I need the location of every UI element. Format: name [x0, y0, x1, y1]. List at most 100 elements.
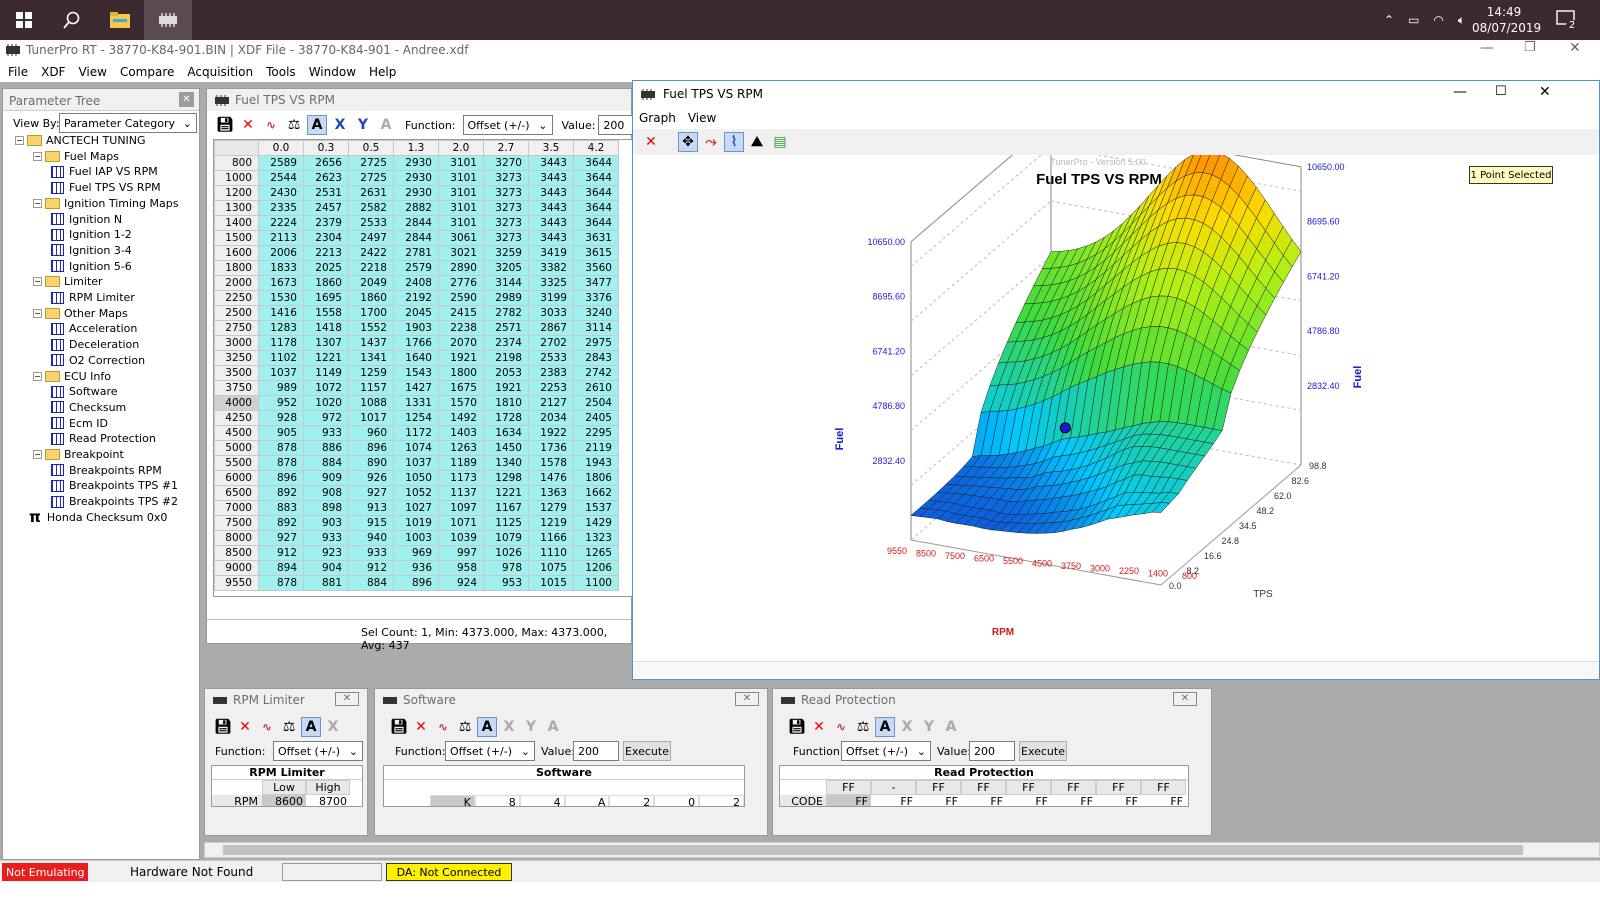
table-cell[interactable]: 1027	[393, 500, 439, 516]
table-cell[interactable]: 3644	[573, 170, 619, 186]
table-cell[interactable]: 2408	[393, 275, 439, 291]
table-cell[interactable]: 1149	[303, 365, 349, 381]
close-red-icon[interactable]: ✕	[235, 717, 255, 737]
table-cell[interactable]: 2422	[348, 245, 394, 261]
table-cell[interactable]: 3419	[528, 245, 574, 261]
software-cell[interactable]: K	[430, 795, 475, 806]
table-cell[interactable]: 1736	[528, 440, 574, 456]
table-cell[interactable]: 933	[348, 545, 394, 561]
table-cell[interactable]: 2975	[573, 335, 619, 351]
execute-button[interactable]: Execute	[623, 741, 671, 761]
table-cell[interactable]: 1254	[393, 410, 439, 426]
table-cell[interactable]: 924	[438, 575, 484, 591]
value-input[interactable]: 200	[969, 741, 1015, 761]
table-cell[interactable]: 1921	[438, 350, 484, 366]
surface-icon[interactable]: ⌇	[724, 132, 744, 152]
table-cell[interactable]: 2430	[258, 185, 304, 201]
surface-chart[interactable]: TunerPro - Version 5.00 Fuel TPS VS RPM …	[633, 155, 1599, 661]
table-cell[interactable]: 1921	[483, 380, 529, 396]
text-icon[interactable]: A	[941, 717, 961, 737]
close-icon[interactable]: ✕	[179, 92, 194, 107]
table-cell[interactable]: 1437	[348, 335, 394, 351]
table-cell[interactable]: 997	[438, 545, 484, 561]
table-cell[interactable]: 1037	[258, 365, 304, 381]
table-cell[interactable]: 3273	[483, 215, 529, 231]
table-cell[interactable]: 3205	[483, 260, 529, 276]
low-cell[interactable]: 8600	[262, 795, 306, 806]
table-cell[interactable]: 1173	[438, 470, 484, 486]
table-cell[interactable]: 2127	[528, 395, 574, 411]
table-cell[interactable]: 2070	[438, 335, 484, 351]
row-header[interactable]: 9000	[214, 560, 259, 576]
menu-file[interactable]: File	[8, 65, 28, 79]
table-cell[interactable]: 2415	[438, 305, 484, 321]
graph-icon[interactable]: ∿	[261, 115, 281, 135]
table-cell[interactable]: 1279	[528, 500, 574, 516]
table-cell[interactable]: 1552	[348, 320, 394, 336]
table-cell[interactable]: 896	[348, 440, 394, 456]
tree-item[interactable]: Ignition 5-6	[51, 259, 132, 274]
table-cell[interactable]: 2882	[393, 200, 439, 216]
y-axis-icon[interactable]: Y	[353, 115, 373, 135]
table-cell[interactable]: 2113	[258, 230, 304, 246]
table-cell[interactable]: 2725	[348, 170, 394, 186]
table-cell[interactable]: 927	[258, 530, 304, 546]
close-icon[interactable]: ✕	[1569, 40, 1581, 56]
table-cell[interactable]: 940	[348, 530, 394, 546]
table-cell[interactable]: 892	[258, 515, 304, 531]
column-header[interactable]: 0.5	[348, 140, 394, 156]
table-cell[interactable]: 912	[258, 545, 304, 561]
chevron-up-icon[interactable]: ⌃	[1384, 13, 1394, 27]
save-icon[interactable]: 💾︎	[213, 717, 233, 737]
table-cell[interactable]: 2844	[393, 230, 439, 246]
table-cell[interactable]: 953	[483, 575, 529, 591]
table-cell[interactable]: 3199	[528, 290, 574, 306]
table-cell[interactable]: 1206	[573, 560, 619, 576]
table-cell[interactable]: 933	[303, 425, 349, 441]
table-cell[interactable]: 2890	[438, 260, 484, 276]
column-header[interactable]: 3.5	[528, 140, 574, 156]
row-header[interactable]: 1600	[214, 245, 259, 261]
table-cell[interactable]: 890	[348, 455, 394, 471]
table-cell[interactable]: 2571	[483, 320, 529, 336]
tree-item[interactable]: RPM Limiter	[51, 290, 135, 305]
column-header[interactable]: 2.7	[483, 140, 529, 156]
table-cell[interactable]: 978	[483, 560, 529, 576]
table-cell[interactable]: 3033	[528, 305, 574, 321]
table-cell[interactable]: 2224	[258, 215, 304, 231]
table-cell[interactable]: 1079	[483, 530, 529, 546]
table-cell[interactable]: 1221	[483, 485, 529, 501]
rp-column-header[interactable]: FF	[1051, 780, 1096, 795]
y-axis-icon[interactable]: Y	[521, 717, 541, 737]
tree-item[interactable]: Fuel IAP VS RPM	[51, 164, 158, 179]
table-cell[interactable]: 1640	[393, 350, 439, 366]
table-cell[interactable]: 1167	[483, 500, 529, 516]
row-header[interactable]: 7000	[214, 500, 259, 516]
table-cell[interactable]: 1675	[438, 380, 484, 396]
execute-button[interactable]: Execute	[1019, 741, 1067, 761]
row-header[interactable]: 4000	[214, 395, 259, 411]
software-cell[interactable]: 2	[699, 795, 744, 806]
table-cell[interactable]: 896	[258, 470, 304, 486]
table-cell[interactable]: 2218	[348, 260, 394, 276]
table-cell[interactable]: 2867	[528, 320, 574, 336]
tree-item[interactable]: − Breakpoint	[33, 447, 124, 462]
edit-points-icon[interactable]: ⤳	[701, 132, 721, 152]
table-cell[interactable]: 3273	[483, 185, 529, 201]
table-cell[interactable]: 2930	[393, 185, 439, 201]
software-cell[interactable]: 4	[519, 795, 565, 806]
table-cell[interactable]: 2781	[393, 245, 439, 261]
column-header[interactable]: 0.3	[303, 140, 349, 156]
row-header[interactable]: 3500	[214, 365, 259, 381]
rp-cell[interactable]: FF	[961, 795, 1006, 806]
volume-icon[interactable]: 🔈︎	[1458, 13, 1465, 28]
tree-item[interactable]: Fuel TPS VS RPM	[51, 180, 161, 195]
table-cell[interactable]: 2589	[258, 155, 304, 171]
column-header[interactable]: 0.0	[258, 140, 304, 156]
scale-icon[interactable]: ⚖︎	[279, 717, 299, 737]
table-cell[interactable]: 1172	[393, 425, 439, 441]
scale-icon[interactable]: ⚖︎	[455, 717, 475, 737]
tree-item[interactable]: Checksum	[51, 400, 126, 415]
table-cell[interactable]: 909	[303, 470, 349, 486]
battery-icon[interactable]: ▭	[1408, 13, 1419, 27]
